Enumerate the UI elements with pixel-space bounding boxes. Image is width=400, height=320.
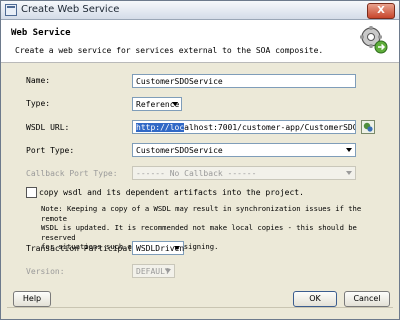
create-web-service-dialog: Create Web Service X Web Service Create … (0, 0, 400, 320)
port-type-label: Port Type: (26, 146, 75, 155)
footer-separator (7, 307, 393, 308)
port-type-dropdown[interactable]: CustomerSDOService (132, 143, 356, 157)
title-bar[interactable]: Create Web Service X (1, 1, 399, 20)
chevron-down-icon (172, 102, 178, 106)
chevron-down-icon (346, 148, 352, 152)
version-dropdown: DEFAULT (132, 264, 175, 278)
type-label: Type: (26, 99, 51, 108)
chevron-down-icon (174, 246, 180, 250)
chevron-down-icon (346, 171, 352, 175)
cancel-button[interactable]: Cancel (344, 291, 390, 307)
wsdl-url-selected-text: http://loc (136, 123, 185, 132)
wsdl-url-field[interactable]: http://localhost:7001/customer-app/Custo… (132, 120, 356, 134)
type-dropdown[interactable]: Reference (132, 97, 182, 111)
callback-port-type-dropdown: ------ No Callback ------ (132, 166, 356, 180)
copy-wsdl-label[interactable]: copy wsdl and its dependent artifacts in… (39, 188, 304, 197)
callback-port-type-label: Callback Port Type: (26, 169, 118, 178)
chevron-down-icon (165, 269, 171, 273)
ok-button[interactable]: OK (293, 291, 337, 307)
callback-port-type-value: ------ No Callback ------ (136, 169, 257, 178)
version-label: Version: (26, 267, 65, 276)
header-description: Create a web service for services extern… (15, 46, 324, 55)
header-title: Web Service (11, 28, 71, 38)
wsdl-url-label: WSDL URL: (26, 123, 70, 132)
help-button[interactable]: Help (13, 291, 51, 307)
name-field[interactable]: CustomerSDOService (132, 74, 356, 88)
note-line-1: Note: Keeping a copy of a WSDL may resul… (41, 204, 362, 223)
port-type-value: CustomerSDOService (136, 146, 223, 155)
close-button[interactable]: X (367, 3, 395, 19)
browse-wsdl-icon[interactable] (361, 120, 375, 134)
copy-wsdl-checkbox[interactable] (26, 187, 37, 198)
dialog-header: Web Service Create a web service for ser… (1, 20, 399, 63)
transaction-participation-dropdown[interactable]: WSDLDriven (132, 241, 184, 255)
app-icon (5, 4, 17, 16)
note-line-2: WSDL is updated. It is recommended not m… (41, 223, 357, 242)
window-title: Create Web Service (21, 4, 120, 15)
wsdl-url-text: alhost:7001/customer-app/CustomerSDOServ… (184, 123, 355, 132)
web-service-gear-icon (360, 26, 388, 54)
name-label: Name: (26, 76, 51, 85)
